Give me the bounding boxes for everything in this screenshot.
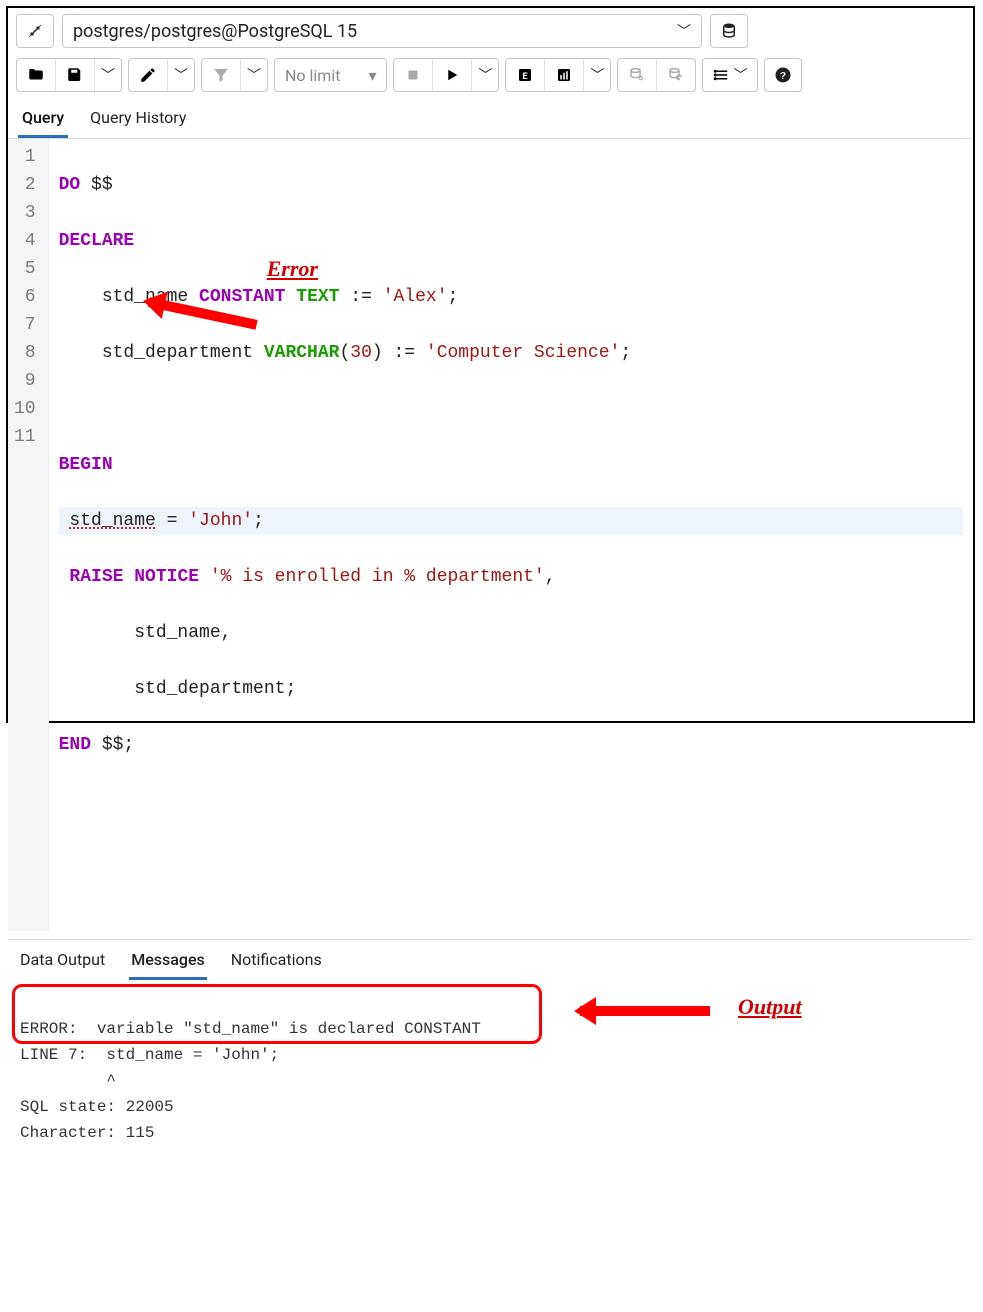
filter-dropdown[interactable]: ﹀ xyxy=(241,59,267,91)
save-dropdown[interactable]: ﹀ xyxy=(95,59,121,91)
svg-text:?: ? xyxy=(780,70,786,82)
tab-query[interactable]: Query xyxy=(18,102,68,138)
commit-button[interactable] xyxy=(618,59,657,91)
explain-button[interactable]: E xyxy=(506,59,545,91)
error-annotation-label: Error xyxy=(267,255,318,283)
character-pos: Character: 115 xyxy=(20,1124,154,1142)
code-editor[interactable]: 1234567891011 DO $$ DECLARE std_name CON… xyxy=(8,139,973,931)
error-line-1: ERROR: variable "std_name" is declared C… xyxy=(20,1020,481,1038)
line-gutter: 1234567891011 xyxy=(8,139,49,931)
error-caret: ^ xyxy=(20,1072,116,1090)
connection-status-icon[interactable] xyxy=(16,14,54,48)
open-file-button[interactable] xyxy=(17,59,56,91)
execute-dropdown[interactable]: ﹀ xyxy=(472,59,498,91)
sql-state: SQL state: 22005 xyxy=(20,1098,174,1116)
svg-text:E: E xyxy=(523,72,528,82)
execute-button[interactable] xyxy=(433,59,472,91)
database-icon-button[interactable] xyxy=(710,14,748,48)
macros-button[interactable]: ﹀ xyxy=(703,59,757,91)
row-limit-select[interactable]: No limit ▾ xyxy=(274,58,387,92)
row-limit-label: No limit xyxy=(285,66,340,85)
connection-select[interactable]: postgres/postgres@PostgreSQL 15 ﹀ xyxy=(62,14,702,48)
edit-button[interactable] xyxy=(129,59,168,91)
connection-label: postgres/postgres@PostgreSQL 15 xyxy=(73,21,357,42)
chevron-down-icon: ﹀ xyxy=(677,21,691,41)
rollback-button[interactable] xyxy=(657,59,695,91)
save-button[interactable] xyxy=(56,59,95,91)
messages-panel: ERROR: variable "std_name" is declared C… xyxy=(8,980,973,1312)
connection-bar: postgres/postgres@PostgreSQL 15 ﹀ xyxy=(8,8,973,54)
output-annotation-label: Output xyxy=(738,994,802,1020)
edit-dropdown[interactable]: ﹀ xyxy=(168,59,194,91)
tab-data-output[interactable]: Data Output xyxy=(18,946,107,980)
output-annotation xyxy=(570,1000,628,1078)
editor-tabs: Query Query History xyxy=(8,100,973,139)
caret-down-icon: ▾ xyxy=(368,66,376,85)
filter-button[interactable] xyxy=(202,59,241,91)
error-line-2: LINE 7: std_name = 'John'; xyxy=(20,1046,279,1064)
toolbar: ﹀ ﹀ ﹀ No limit ▾ ﹀ xyxy=(8,54,973,100)
app-window: postgres/postgres@PostgreSQL 15 ﹀ ﹀ ﹀ xyxy=(6,6,975,723)
explain-analyze-button[interactable] xyxy=(545,59,584,91)
tab-query-history[interactable]: Query History xyxy=(86,102,190,138)
explain-dropdown[interactable]: ﹀ xyxy=(584,59,610,91)
code-area[interactable]: DO $$ DECLARE std_name CONSTANT TEXT := … xyxy=(49,139,973,931)
tab-messages[interactable]: Messages xyxy=(129,946,207,980)
stop-button[interactable] xyxy=(394,59,433,91)
tab-notifications[interactable]: Notifications xyxy=(229,946,324,980)
output-tabs: Data Output Messages Notifications xyxy=(8,939,973,980)
help-button[interactable]: ? xyxy=(764,58,802,92)
